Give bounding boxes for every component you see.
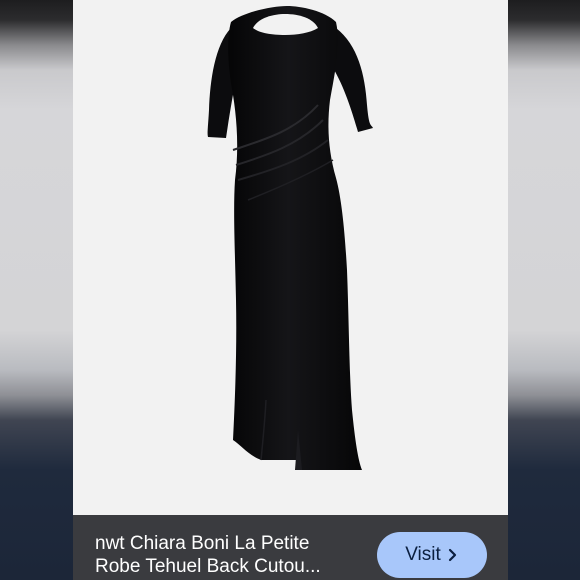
blurred-background-right	[508, 0, 580, 580]
chevron-right-icon	[447, 548, 459, 562]
listing-info-bar: nwt Chiara Boni La Petite Robe Tehuel Ba…	[73, 515, 508, 580]
visit-button-label: Visit	[405, 544, 441, 565]
listing-title[interactable]: nwt Chiara Boni La Petite Robe Tehuel Ba…	[95, 532, 370, 578]
listing-title-line-2: Robe Tehuel Back Cutou...	[95, 556, 321, 577]
blurred-background-left	[0, 0, 73, 580]
product-image-panel[interactable]	[73, 0, 508, 515]
black-gown-image	[73, 0, 508, 515]
listing-title-line-1: nwt Chiara Boni La Petite	[95, 533, 310, 554]
visit-button[interactable]: Visit	[377, 532, 487, 578]
